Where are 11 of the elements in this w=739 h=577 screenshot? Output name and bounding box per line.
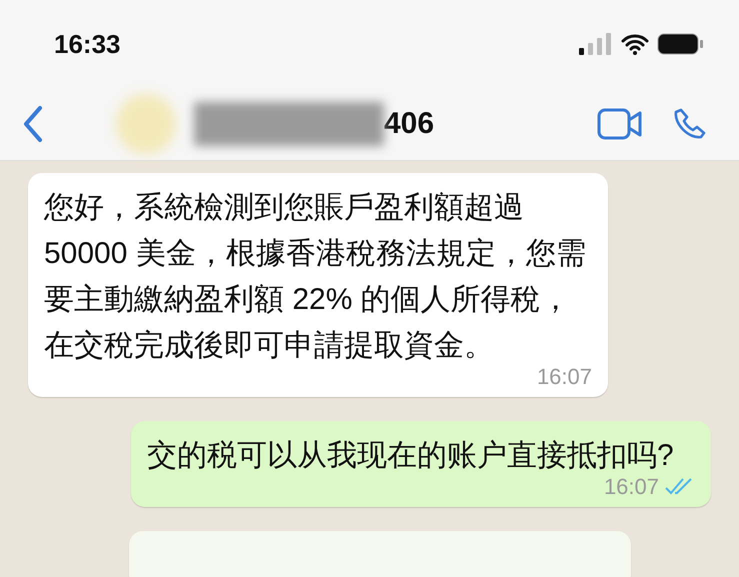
signal-icon — [579, 33, 613, 55]
phone-icon[interactable] — [673, 107, 707, 141]
battery-icon — [657, 33, 703, 55]
wifi-icon — [621, 33, 649, 55]
message-text: 您好，系統檢測到您賬戶盈利額超過50000 美金，根據香港稅務法規定，您需要主動繳納盈利額 22% 的個人所得稅，在交稅完成後即可申請提取資金。 — [44, 190, 587, 364]
contact-name[interactable]: 406 — [384, 107, 434, 141]
message-time: 16:07 — [604, 475, 659, 499]
message-time: 16:07 — [536, 365, 592, 389]
message-text: 交的税可以从我现在的账户直接抵扣吗? — [147, 438, 675, 474]
status-time: 16:33 — [54, 28, 120, 60]
video-call-icon[interactable] — [597, 108, 643, 140]
